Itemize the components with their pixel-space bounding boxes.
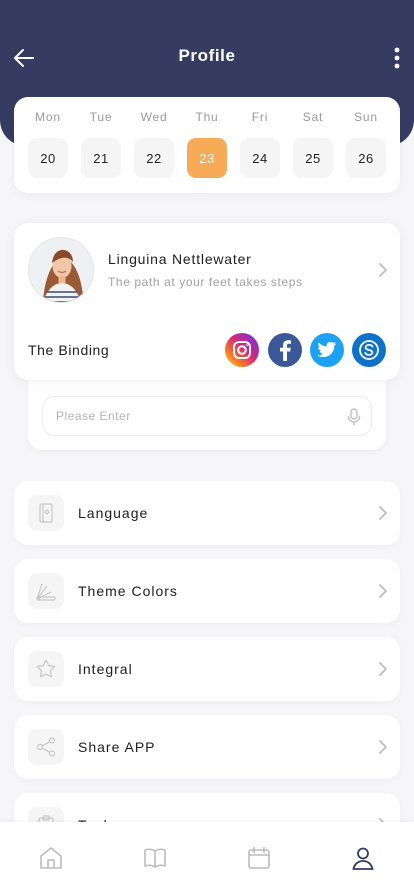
instagram-icon: [233, 341, 251, 359]
home-icon: [40, 847, 62, 869]
chevron-right-icon[interactable]: [378, 262, 388, 278]
instagram-button[interactable]: [225, 333, 259, 367]
day-number: 25: [293, 138, 333, 178]
day-sat[interactable]: Sat 25: [293, 97, 333, 193]
menu-item-theme-colors[interactable]: Theme Colors: [14, 559, 400, 623]
day-tue[interactable]: Tue 21: [81, 97, 121, 193]
tab-calendar[interactable]: [245, 844, 273, 872]
bottom-tab-bar: [0, 822, 414, 896]
day-sun[interactable]: Sun 26: [346, 97, 386, 193]
language-icon-box: [28, 495, 64, 531]
chevron-right-icon: [379, 506, 387, 520]
tab-profile-active[interactable]: [349, 844, 377, 872]
day-thu-selected[interactable]: Thu 23: [187, 97, 227, 193]
day-name: Sat: [302, 110, 324, 124]
star-icon-box: [28, 651, 64, 687]
binding-input[interactable]: [43, 397, 343, 435]
share-icon-box: [28, 729, 64, 765]
page-title: Profile: [178, 46, 236, 65]
palette-icon: [36, 583, 56, 601]
day-number: 23: [187, 138, 227, 178]
day-name: Wed: [140, 110, 168, 124]
day-mon[interactable]: Mon 20: [28, 97, 68, 193]
day-fri[interactable]: Fri 24: [240, 97, 280, 193]
tab-home[interactable]: [37, 844, 65, 872]
language-icon: [39, 503, 53, 523]
day-wed[interactable]: Wed 22: [134, 97, 174, 193]
day-number: 22: [134, 138, 174, 178]
more-button[interactable]: [388, 44, 406, 72]
share-icon: [36, 737, 56, 757]
chevron-right-icon: [379, 584, 387, 598]
profile-card: Linguina Nettlewater The path at your fe…: [14, 223, 400, 380]
menu-item-share-app[interactable]: Share APP: [14, 715, 400, 779]
day-number: 20: [28, 138, 68, 178]
day-name: Tue: [89, 110, 113, 124]
day-number: 26: [346, 138, 386, 178]
skype-icon: [359, 340, 379, 360]
skype-button[interactable]: [352, 333, 386, 367]
user-name: Linguina Nettlewater: [108, 251, 252, 267]
menu-label: Language: [78, 505, 149, 521]
day-number: 21: [81, 138, 121, 178]
more-vertical-icon: [394, 47, 400, 69]
user-icon: [352, 847, 374, 870]
facebook-icon: [280, 340, 291, 361]
menu-label: Integral: [78, 661, 133, 677]
book-icon: [144, 848, 166, 868]
menu-item-integral[interactable]: Integral: [14, 637, 400, 701]
binding-label: The Binding: [28, 342, 110, 358]
binding-input-wrapper: [42, 396, 372, 436]
avatar-portrait-icon: [29, 238, 93, 302]
star-icon: [36, 659, 56, 678]
week-calendar: Mon 20 Tue 21 Wed 22 Thu 23 Fri 24 Sat 2…: [14, 97, 400, 193]
twitter-button[interactable]: [310, 333, 344, 367]
palette-icon-box: [28, 573, 64, 609]
twitter-icon: [317, 341, 337, 357]
menu-label: Theme Colors: [78, 583, 178, 599]
user-motto: The path at your feet takes steps: [108, 275, 303, 289]
day-name: Thu: [195, 110, 219, 124]
chevron-right-icon: [379, 662, 387, 676]
day-number: 24: [240, 138, 280, 178]
facebook-button[interactable]: [268, 333, 302, 367]
day-name: Fri: [251, 110, 269, 124]
tab-book[interactable]: [141, 844, 169, 872]
day-name: Mon: [35, 110, 61, 124]
avatar[interactable]: [28, 237, 94, 303]
calendar-icon: [248, 847, 270, 869]
day-name: Sun: [354, 110, 378, 124]
menu-label: Share APP: [78, 739, 156, 755]
chevron-right-icon: [379, 740, 387, 754]
microphone-icon[interactable]: [347, 408, 361, 426]
menu-item-language[interactable]: Language: [14, 481, 400, 545]
